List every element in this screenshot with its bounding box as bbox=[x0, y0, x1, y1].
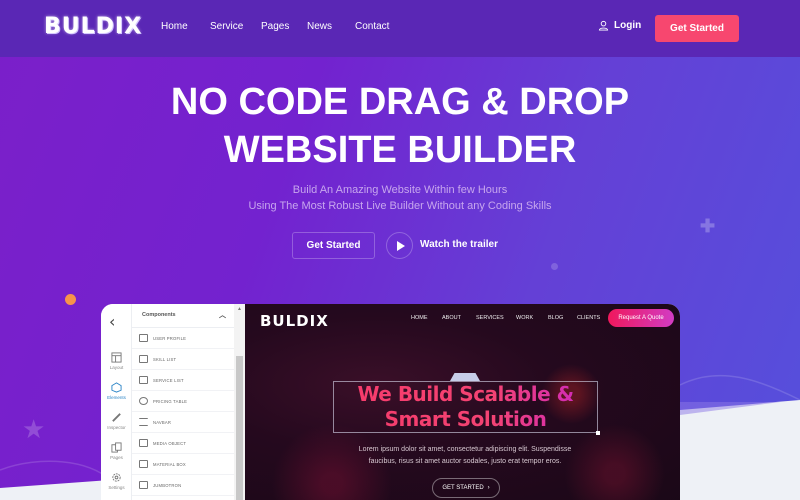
canvas-get-started-button[interactable]: GET STARTED › bbox=[432, 478, 500, 498]
hero-title-line-2: WEBSITE BUILDER bbox=[223, 129, 577, 171]
canvas-nav-clients[interactable]: CLIENTS bbox=[577, 315, 600, 321]
box-icon bbox=[139, 460, 148, 468]
nav-pages[interactable]: Pages bbox=[261, 21, 289, 32]
media-icon bbox=[139, 439, 148, 447]
canvas-nav-blog[interactable]: BLOG bbox=[548, 315, 563, 321]
scroll-up-icon[interactable]: ▲ bbox=[237, 306, 242, 312]
components-panel: Components ︿ USER PROFILE SKILL LIST SER… bbox=[132, 304, 234, 500]
gear-icon bbox=[112, 473, 121, 482]
user-icon bbox=[598, 20, 609, 31]
rail-label: Elements bbox=[107, 395, 126, 400]
builder-mockup: ‹ Layout Elements Inspector Pages Settin… bbox=[101, 304, 680, 500]
hero-subtitle-line-2: Using The Most Robust Live Builder Witho… bbox=[248, 200, 552, 212]
hero-subtitle: Build An Amazing Website Within few Hour… bbox=[0, 182, 800, 214]
menu-icon bbox=[139, 418, 148, 426]
dollar-icon bbox=[139, 397, 148, 405]
component-item[interactable]: MEDIA OBJECT bbox=[132, 433, 234, 454]
chevron-right-icon: › bbox=[487, 485, 490, 491]
rail-item-inspector[interactable]: Inspector bbox=[101, 412, 132, 430]
chevron-left-icon[interactable]: ‹ bbox=[109, 312, 115, 331]
canvas-body-line-1: Lorem ipsum dolor sit amet, consectetur … bbox=[358, 446, 572, 453]
nav-home[interactable]: Home bbox=[161, 21, 188, 32]
rail-item-settings[interactable]: Settings bbox=[101, 472, 132, 490]
orange-dot-decoration bbox=[65, 294, 76, 305]
dot-decoration bbox=[551, 263, 558, 270]
rail-label: Pages bbox=[110, 455, 123, 460]
get-started-button[interactable]: Get Started bbox=[292, 232, 375, 259]
canvas-body-line-2: faucibus, risus sit amet auctor sodales,… bbox=[368, 458, 562, 465]
component-item[interactable]: MATERIAL BOX bbox=[132, 454, 234, 475]
pencil-icon bbox=[112, 413, 121, 422]
play-button[interactable] bbox=[386, 232, 413, 259]
canvas-nav-work[interactable]: WORK bbox=[516, 315, 533, 321]
rail-item-elements[interactable]: Elements bbox=[101, 382, 132, 400]
canvas-headline-line-2: Smart Solution bbox=[384, 407, 547, 431]
components-panel-header[interactable]: Components ︿ bbox=[132, 304, 234, 328]
component-item[interactable]: SKILL LIST bbox=[132, 349, 234, 370]
rail-label: Inspector bbox=[107, 425, 126, 430]
hero-subtitle-line-1: Build An Amazing Website Within few Hour… bbox=[292, 184, 508, 196]
watch-trailer-link[interactable]: Watch the trailer bbox=[420, 239, 498, 250]
brand-logo[interactable]: BULDIX bbox=[44, 14, 142, 39]
component-item[interactable]: JUMBOTRON bbox=[132, 475, 234, 496]
canvas-nav-services[interactable]: SERVICES bbox=[476, 315, 504, 321]
builder-canvas[interactable]: BULDIX HOME ABOUT SERVICES WORK BLOG CLI… bbox=[245, 304, 680, 500]
star-decoration-icon: ★ bbox=[22, 414, 46, 444]
pages-icon bbox=[111, 442, 122, 453]
play-icon bbox=[396, 240, 405, 251]
nav-contact[interactable]: Contact bbox=[355, 21, 389, 32]
selection-tag[interactable] bbox=[450, 373, 480, 381]
scrollbar-thumb[interactable] bbox=[236, 356, 243, 500]
nav-service[interactable]: Service bbox=[210, 21, 243, 32]
component-item[interactable]: PRICING TABLE bbox=[132, 391, 234, 412]
canvas-nav-about[interactable]: ABOUT bbox=[442, 315, 461, 321]
monitor-icon bbox=[139, 481, 148, 489]
components-panel-title: Components bbox=[142, 312, 176, 318]
rail-item-pages[interactable]: Pages bbox=[101, 442, 132, 460]
canvas-headline-line-1: We Build Scalable & bbox=[357, 382, 574, 406]
rail-label: Layout bbox=[109, 365, 124, 370]
elements-icon bbox=[111, 382, 122, 393]
canvas-button-label: GET STARTED bbox=[442, 485, 484, 491]
get-started-header-button[interactable]: Get Started bbox=[655, 15, 739, 42]
resize-handle[interactable] bbox=[596, 431, 600, 435]
canvas-body-text: Lorem ipsum dolor sit amet, consectetur … bbox=[325, 444, 605, 468]
login-link[interactable]: Login bbox=[598, 20, 641, 31]
canvas-logo: BULDIX bbox=[260, 312, 329, 330]
key-icon bbox=[139, 355, 148, 363]
chevron-up-icon[interactable]: ︿ bbox=[219, 310, 226, 320]
login-label: Login bbox=[614, 20, 642, 31]
canvas-nav-home[interactable]: HOME bbox=[411, 315, 428, 321]
builder-side-rail: ‹ Layout Elements Inspector Pages Settin… bbox=[101, 304, 132, 500]
hero-title: NO CODE DRAG & DROP WEBSITE BUILDER bbox=[0, 78, 800, 174]
component-item[interactable]: SERVICE LIST bbox=[132, 370, 234, 391]
plus-decoration-icon: ✚ bbox=[700, 216, 716, 236]
layout-icon bbox=[111, 352, 122, 363]
component-item[interactable]: NAVBAR bbox=[132, 412, 234, 433]
top-navbar: BULDIX Home Service Pages News Contact L… bbox=[0, 0, 800, 57]
service-icon bbox=[139, 376, 148, 384]
hero-title-line-1: NO CODE DRAG & DROP bbox=[170, 81, 630, 123]
user-profile-icon bbox=[139, 334, 148, 342]
rail-item-layout[interactable]: Layout bbox=[101, 352, 132, 370]
nav-news[interactable]: News bbox=[307, 21, 332, 32]
component-item[interactable]: USER PROFILE bbox=[132, 328, 234, 349]
request-quote-button[interactable]: Request A Quote bbox=[608, 309, 674, 327]
panel-scrollbar[interactable]: ▲ bbox=[234, 304, 245, 500]
rail-label: Settings bbox=[108, 485, 125, 490]
canvas-headline[interactable]: We Build Scalable & Smart Solution bbox=[333, 382, 598, 432]
